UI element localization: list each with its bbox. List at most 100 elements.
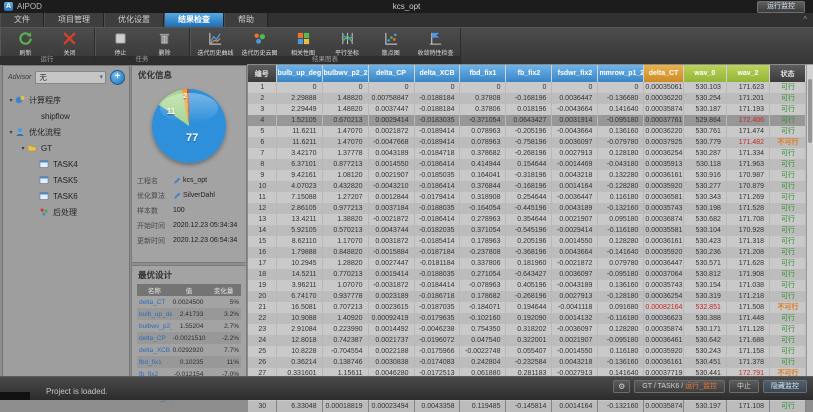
table-row-12[interactable]: 122.861050.9772130.0037184-0.0188035-0.1… <box>248 203 806 214</box>
cell: 2.91084 <box>276 324 322 335</box>
table-row-7[interactable]: 73.421701.377780.0043189-0.01847180.3786… <box>248 148 806 159</box>
tree-expand-icon[interactable]: ▾ <box>7 129 15 136</box>
best-row[interactable]: bulbwv_p2_21.552042.7% <box>137 320 241 332</box>
ribbon-button-刷新[interactable]: 刷新 <box>4 29 46 58</box>
tree-item-shipflow[interactable]: shipflow <box>3 108 129 124</box>
cell: -0.0046238 <box>414 324 460 335</box>
table-row-5[interactable]: 511.62111.470700.0021872-0.01894140.0789… <box>248 126 806 137</box>
advisor-dropdown[interactable]: 无 ▾ <box>35 71 106 84</box>
table-row-25[interactable]: 2510.8228-0.7045540.0022188-0.0175966-0.… <box>248 346 806 357</box>
table-row-22[interactable]: 2210.90881.409200.00092419-0.0179635-0.1… <box>248 313 806 324</box>
table-row-10[interactable]: 104.070230.432820-0.0043210-0.01864140.3… <box>248 181 806 192</box>
tree-expand-icon[interactable]: ▾ <box>19 145 27 152</box>
table-row-16[interactable]: 161.798880.848820-0.0015884-0.0187184-0.… <box>248 247 806 258</box>
cell: 0.0014492 <box>368 324 414 335</box>
table-row-6[interactable]: 611.62111.47070-0.0047668-0.01894140.078… <box>248 137 806 148</box>
column-header-wav_0[interactable]: wav_0 <box>683 65 726 82</box>
table-row-9[interactable]: 99.421611.081200.0021907-0.01850350.1640… <box>248 170 806 181</box>
table-row-3[interactable]: 32.294491.488200.0037447-0.01881840.3780… <box>248 104 806 115</box>
table-row-26[interactable]: 260.362140.1387460.0030838-0.01740830.24… <box>248 357 806 368</box>
abort-button[interactable]: 中止 <box>729 380 759 393</box>
hide-monitor-button[interactable]: 隐藏监控 <box>763 380 807 393</box>
gear-icon[interactable]: ⚙ <box>613 380 630 393</box>
tree-item-GT[interactable]: ▾GT <box>3 140 129 156</box>
table-row-4[interactable]: 41.521050.6702130.0029414-0.0183035-0.37… <box>248 115 806 126</box>
cell: -0.0179635 <box>414 313 460 324</box>
table-row-13[interactable]: 1313.42111.38820-0.0021872-0.01864140.27… <box>248 214 806 225</box>
add-button[interactable]: + <box>110 70 125 85</box>
table-row-23[interactable]: 232.910840.2239900.0014492-0.00462380.75… <box>248 324 806 335</box>
table-row-21[interactable]: 2116.50810.7072130.0023615-0.0187035-0.1… <box>248 302 806 313</box>
tree-item-TASK5[interactable]: TASK5 <box>3 172 129 188</box>
tab-帮助[interactable]: 帮助 <box>224 13 268 27</box>
column-header-bulbwv_p2_2[interactable]: bulbwv_p2_2 <box>322 65 368 82</box>
monitor-breadcrumb-button[interactable]: GT / TASK6 / 运行_监控 <box>634 380 725 393</box>
table-row-17[interactable]: 1710.29451.288200.0027447-0.01811840.337… <box>248 258 806 269</box>
column-header-delta_CT[interactable]: delta_CT <box>644 65 683 82</box>
ribbon-button-散点图[interactable]: 散点图 <box>370 29 412 58</box>
ribbon-button-收敛特性检查[interactable]: 收敛特性检查 <box>414 29 456 58</box>
ribbon-button-迭代历史曲线[interactable]: 迭代历史曲线 <box>194 29 236 58</box>
ribbon-button-删除[interactable]: 删除 <box>143 29 185 58</box>
column-header-bulb_up_deg[interactable]: bulb_up_deg <box>276 65 322 82</box>
table-row-19[interactable]: 193.962111.07070-0.0031872-0.0184414-0.0… <box>248 280 806 291</box>
cell: 0.242804 <box>460 357 506 368</box>
tree-item-TASK4[interactable]: TASK4 <box>3 156 129 172</box>
table-row-1[interactable]: 1000000000.00035061530.103171.623可行 <box>248 82 806 93</box>
best-cell: delta_CP <box>137 332 172 344</box>
ribbon: 刷新关闭运行停止删除任务迭代历史曲线迭代历史云图相关性图平行坐标散点图收敛特性检… <box>0 28 813 65</box>
cell: 0.754350 <box>460 324 506 335</box>
ribbon-collapse-icon[interactable]: ^ <box>803 15 807 24</box>
ribbon-button-平行坐标[interactable]: 平行坐标 <box>326 29 368 58</box>
cell: 171.528 <box>726 203 769 214</box>
table-row-30[interactable]: 306.330480.000188190.000234940.00433580.… <box>248 401 806 412</box>
ribbon-button-停止[interactable]: 停止 <box>99 29 141 58</box>
tab-结果检查[interactable]: 结果检查 <box>164 13 224 27</box>
table-row-14[interactable]: 145.921050.5702130.0043744-0.01820350.37… <box>248 225 806 236</box>
cell: 1.08120 <box>322 170 368 181</box>
status-badge: 可行 <box>770 192 806 203</box>
ribbon-button-迭代历史云图[interactable]: 迭代历史云图 <box>238 29 280 58</box>
edit-icon[interactable] <box>173 192 181 200</box>
column-header-delta_XCB[interactable]: delta_XCB <box>414 65 460 82</box>
tab-文件[interactable]: 文件 <box>0 13 44 27</box>
scrollbar-thumb[interactable] <box>808 79 812 143</box>
table-row-15[interactable]: 158.621101.170700.0031872-0.01854140.178… <box>248 236 806 247</box>
run-monitor-button[interactable]: 运行监控 <box>757 1 805 13</box>
tab-项目管理[interactable]: 项目管理 <box>44 13 104 27</box>
tree-item-TASK6[interactable]: TASK6 <box>3 188 129 204</box>
column-header-mmrow_p1_2[interactable]: mmrow_p1_2 <box>598 65 644 82</box>
ribbon-button-关闭[interactable]: 关闭 <box>48 29 90 58</box>
best-row[interactable]: delta_XCB0.02929207.7% <box>137 344 241 356</box>
best-row[interactable]: delta_CT0.00245005% <box>137 296 241 308</box>
status-badge: 可行 <box>770 335 806 346</box>
cell: 0.00036220 <box>644 93 683 104</box>
table-scrollbar[interactable] <box>806 64 813 379</box>
table-row-24[interactable]: 2412.80180.7423870.0021737-0.01960720.04… <box>248 335 806 346</box>
column-header-fsdwr_fix2[interactable]: fsdwr_fix2 <box>552 65 598 82</box>
table-row-2[interactable]: 22.298881.488200.00758847-0.01881840.378… <box>248 93 806 104</box>
edit-icon[interactable] <box>173 177 181 185</box>
table-row-18[interactable]: 1814.52110.7702130.0019414-0.01880350.27… <box>248 269 806 280</box>
tree-item-后处理[interactable]: 后处理 <box>3 204 129 220</box>
best-row[interactable]: bulb_up_deg2.417333.2% <box>137 308 241 320</box>
task-icon <box>39 159 50 169</box>
table-row-11[interactable]: 117.150881.272070.0012844-0.01794140.318… <box>248 192 806 203</box>
ribbon-button-相关性图[interactable]: 相关性图 <box>282 29 324 58</box>
cell: -0.0047668 <box>368 137 414 148</box>
cell: 0.116180 <box>598 192 644 203</box>
tree-item-优化流程[interactable]: ▾优化流程 <box>3 124 129 140</box>
table-row-20[interactable]: 206.741700.9377780.0023189-0.01867180.17… <box>248 291 806 302</box>
tree-expand-icon[interactable]: ▾ <box>7 97 15 104</box>
column-header-fbd_fix1[interactable]: fbd_fix1 <box>460 65 506 82</box>
best-row[interactable]: delta_CP-0.0021510-2.2% <box>137 332 241 344</box>
tree-item-计算程序[interactable]: ▾计算程序 <box>3 92 129 108</box>
tab-优化设置[interactable]: 优化设置 <box>104 13 164 27</box>
table-row-8[interactable]: 86.371010.8772130.0014550-0.01864140.414… <box>248 159 806 170</box>
column-header-delta_CP[interactable]: delta_CP <box>368 65 414 82</box>
best-row[interactable]: fbd_fix10.1023511% <box>137 356 241 368</box>
column-header-wav_2[interactable]: wav_2 <box>726 65 769 82</box>
column-header-fb_fix2[interactable]: fb_fix2 <box>506 65 552 82</box>
column-header-状态[interactable]: 状态 <box>770 65 806 82</box>
column-header-编号[interactable]: 编号 <box>248 65 276 82</box>
